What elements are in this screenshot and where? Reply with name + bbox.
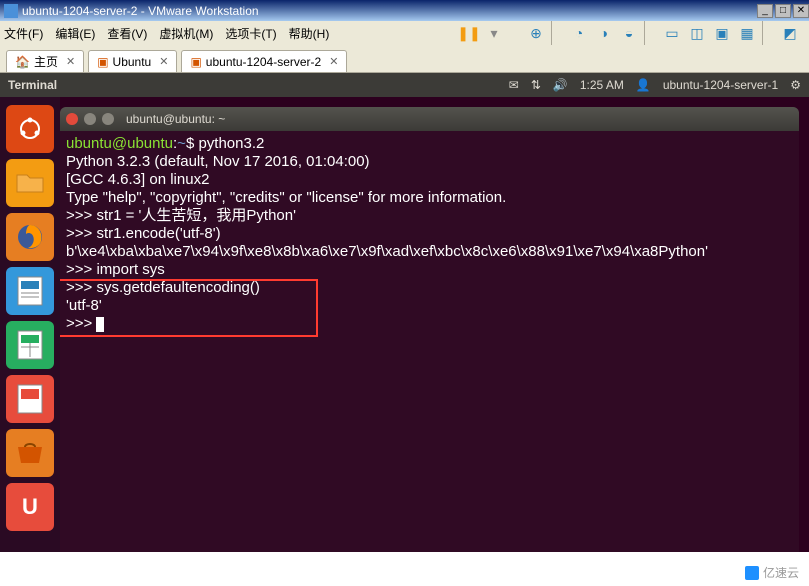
maximize-button[interactable]: □ — [775, 4, 791, 18]
wifi-icon[interactable]: ⇅ — [531, 78, 541, 92]
terminal-maximize-icon[interactable] — [102, 113, 114, 125]
tab-close-icon[interactable]: ✕ — [66, 55, 75, 68]
tab-home[interactable]: 🏠 主页 ✕ — [6, 50, 84, 72]
tab-close-icon[interactable]: ✕ — [329, 55, 338, 68]
libreoffice-impress-icon[interactable] — [6, 375, 54, 423]
files-icon[interactable] — [6, 159, 54, 207]
gcc-line: [GCC 4.6.3] on linux2 — [66, 171, 793, 189]
home-icon: 🏠 — [15, 55, 30, 69]
user-icon: 👤 — [636, 78, 651, 92]
terminal-titlebar[interactable]: ubuntu@ubuntu: ~ — [60, 107, 799, 131]
watermark-logo-icon — [745, 566, 759, 580]
window-controls: _ □ ✕ — [755, 4, 809, 18]
vm-icon: ▣ — [97, 55, 108, 69]
snapshot-manage-icon[interactable]: ◒ — [618, 22, 640, 44]
fullscreen-icon[interactable]: ▭ — [661, 22, 683, 44]
py-line-2: >>> str1.encode('utf-8') — [66, 225, 793, 243]
terminal-body[interactable]: ubuntu@ubuntu:~$ python3.2 Python 3.2.3 … — [60, 131, 799, 337]
help-line: Type "help", "copyright", "credits" or "… — [66, 189, 793, 207]
minimize-button[interactable]: _ — [757, 4, 773, 18]
py-prompt: >>> — [66, 315, 96, 332]
vm-tabs: 🏠 主页 ✕ ▣ Ubuntu ✕ ▣ ubuntu-1204-server-2… — [0, 45, 809, 73]
play-dropdown-icon[interactable]: ▾ — [483, 22, 505, 44]
snapshot-revert-icon[interactable]: ◑ — [593, 22, 615, 44]
watermark-text: 亿速云 — [763, 564, 799, 581]
vmware-icon — [4, 4, 18, 18]
py-line-3: b'\xe4\xba\xba\xe7\x94\x9f\xe8\x8b\xa6\x… — [66, 243, 793, 261]
tab-ubuntu-label: Ubuntu — [113, 55, 152, 69]
tab-active-label: ubuntu-1204-server-2 — [206, 55, 321, 69]
guest-desktop: Terminal ✉ ⇅ 🔊 1:25 AM 👤 ubuntu-1204-ser… — [0, 73, 809, 552]
menu-edit[interactable]: 编辑(E) — [55, 25, 95, 42]
console-icon[interactable]: ▣ — [711, 22, 733, 44]
snapshot-take-icon[interactable]: ◔ — [568, 22, 590, 44]
username-label[interactable]: ubuntu-1204-server-1 — [663, 78, 778, 92]
menubar: 文件(F) 编辑(E) 查看(V) 虚拟机(M) 选项卡(T) 帮助(H) ❚❚… — [0, 21, 809, 45]
tab-home-label: 主页 — [34, 53, 58, 70]
menu-view[interactable]: 查看(V) — [107, 25, 147, 42]
py-line-6: 'utf-8' — [66, 297, 793, 315]
tab-close-icon[interactable]: ✕ — [159, 55, 168, 68]
py-line-1: >>> str1 = '人生苦短，我用Python' — [66, 207, 793, 225]
vmware-title: ubuntu-1204-server-2 - VMware Workstatio… — [22, 4, 259, 18]
menu-file[interactable]: 文件(F) — [4, 25, 43, 42]
prompt-path: ~ — [177, 135, 186, 152]
ubuntu-one-icon[interactable]: U — [6, 483, 54, 531]
dash-icon[interactable] — [6, 105, 54, 153]
mail-icon[interactable]: ✉ — [509, 78, 519, 92]
vm-icon: ▣ — [190, 55, 201, 69]
libreoffice-writer-icon[interactable] — [6, 267, 54, 315]
pause-icon[interactable]: ❚❚ — [458, 22, 480, 44]
python-version-line: Python 3.2.3 (default, Nov 17 2016, 01:0… — [66, 153, 793, 171]
tab-ubuntu[interactable]: ▣ Ubuntu ✕ — [88, 50, 177, 72]
terminal-close-icon[interactable] — [66, 113, 78, 125]
ubuntu-top-panel: Terminal ✉ ⇅ 🔊 1:25 AM 👤 ubuntu-1204-ser… — [0, 73, 809, 97]
firefox-icon[interactable] — [6, 213, 54, 261]
gear-icon[interactable]: ⚙ — [790, 78, 801, 92]
software-center-icon[interactable] — [6, 429, 54, 477]
cmd-python: python3.2 — [198, 135, 264, 152]
watermark: 亿速云 — [741, 563, 803, 582]
cycle-icon[interactable]: ◩ — [779, 22, 801, 44]
status-area: ✉ ⇅ 🔊 1:25 AM 👤 ubuntu-1204-server-1 ⚙ — [509, 78, 801, 92]
tab-ubuntu-1204-server-2[interactable]: ▣ ubuntu-1204-server-2 ✕ — [181, 50, 347, 72]
py-line-5: >>> sys.getdefaultencoding() — [66, 279, 793, 297]
menu-tabs[interactable]: 选项卡(T) — [225, 25, 276, 42]
py-line-4: >>> import sys — [66, 261, 793, 279]
close-button[interactable]: ✕ — [793, 4, 809, 18]
thumbnail-icon[interactable]: ▦ — [736, 22, 758, 44]
clock[interactable]: 1:25 AM — [580, 78, 624, 92]
libreoffice-calc-icon[interactable] — [6, 321, 54, 369]
prompt-user: ubuntu@ubuntu — [66, 135, 173, 152]
cursor — [96, 317, 104, 332]
active-app-title: Terminal — [8, 78, 57, 92]
snapshot-icon[interactable]: ⊕ — [525, 22, 547, 44]
sound-icon[interactable]: 🔊 — [553, 78, 568, 92]
unity-icon[interactable]: ◫ — [686, 22, 708, 44]
menu-vm[interactable]: 虚拟机(M) — [159, 25, 213, 42]
menu-help[interactable]: 帮助(H) — [289, 25, 330, 42]
terminal-title: ubuntu@ubuntu: ~ — [126, 112, 225, 126]
unity-launcher: U — [0, 97, 60, 552]
terminal-minimize-icon[interactable] — [84, 113, 96, 125]
vmware-titlebar: ubuntu-1204-server-2 - VMware Workstatio… — [0, 0, 809, 21]
terminal-window: ubuntu@ubuntu: ~ ubuntu@ubuntu:~$ python… — [60, 107, 799, 552]
